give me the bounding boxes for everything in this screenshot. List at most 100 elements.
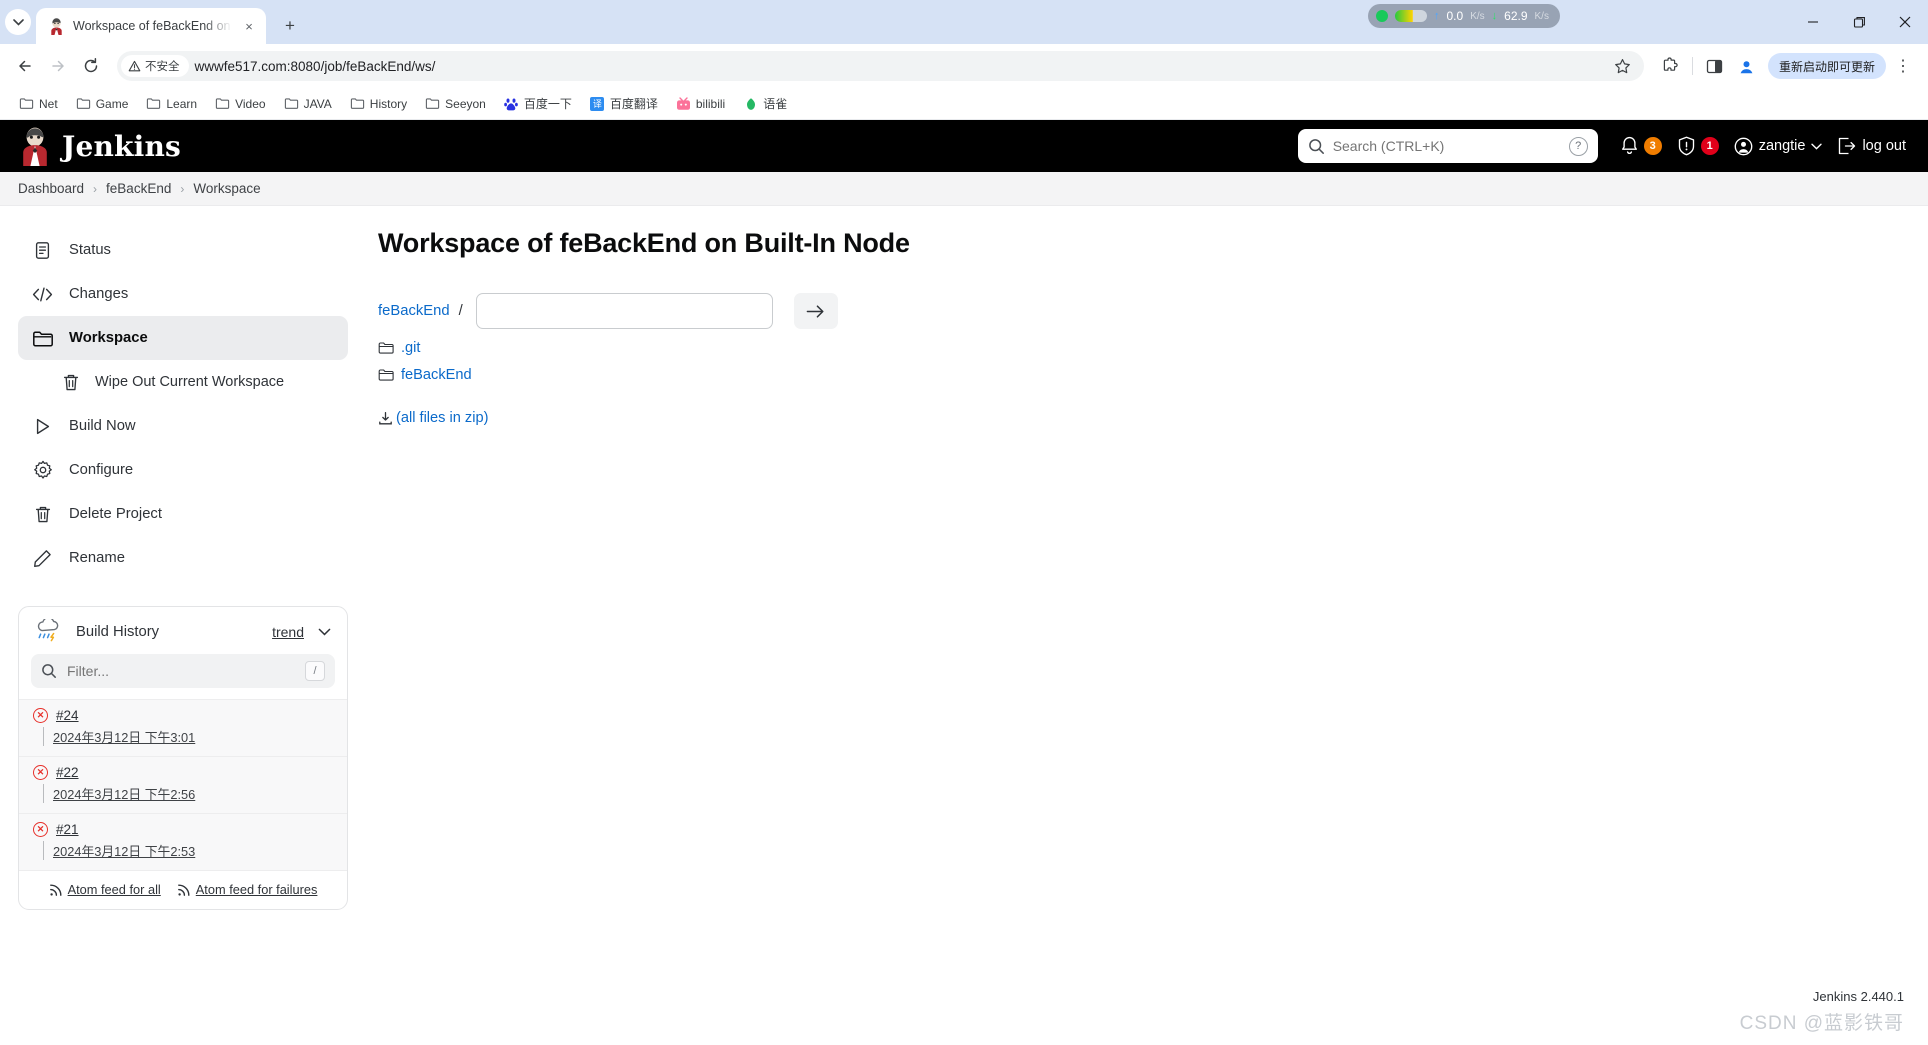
bookmark-learn[interactable]: Learn	[139, 93, 204, 114]
profile-avatar-icon[interactable]	[1732, 51, 1762, 81]
build-date-link[interactable]: 2024年3月12日 下午3:01	[43, 727, 195, 746]
build-history-row[interactable]: ✕ #22 2024年3月12日 下午2:56	[19, 756, 347, 813]
tab-list-chevron-icon[interactable]	[5, 9, 31, 35]
sidebar-item-build-now[interactable]: Build Now	[18, 404, 348, 448]
weather-storm-icon	[35, 619, 62, 644]
path-root-link[interactable]: feBackEnd	[378, 303, 450, 319]
sidebar-item-configure[interactable]: Configure	[18, 448, 348, 492]
sidebar-item-rename[interactable]: Rename	[18, 536, 348, 580]
bookmark-seeyon[interactable]: Seeyon	[418, 93, 493, 114]
bookmark-label: 百度一下	[523, 97, 572, 111]
trash-icon	[32, 504, 53, 525]
breadcrumb-separator-icon: ›	[93, 181, 98, 196]
meter-slider-icon[interactable]	[1395, 10, 1427, 22]
bookmark-video[interactable]: Video	[208, 93, 272, 114]
atom-feed-all-link[interactable]: Atom feed for all	[49, 882, 161, 897]
shield-warning-icon	[1677, 136, 1696, 156]
bookmark-yuque[interactable]: 语雀	[736, 92, 794, 115]
download-zip-row[interactable]: (all files in zip)	[378, 410, 1910, 426]
warning-triangle-icon	[128, 60, 141, 73]
search-box[interactable]: ?	[1297, 129, 1598, 163]
build-number-link[interactable]: #21	[56, 822, 79, 837]
play-triangle-icon	[32, 416, 53, 437]
build-history-row[interactable]: ✕ #24 2024年3月12日 下午3:01	[19, 699, 347, 756]
trend-link[interactable]: trend	[272, 624, 304, 640]
reload-button-icon[interactable]	[76, 51, 106, 81]
build-date-link[interactable]: 2024年3月12日 下午2:53	[43, 841, 195, 860]
page-title: Workspace of feBackEnd on Built-In Node	[378, 228, 910, 258]
sidebar-item-changes[interactable]: Changes	[18, 272, 348, 316]
logout-icon	[1837, 137, 1856, 155]
go-button[interactable]	[793, 293, 838, 329]
sidebar-item-wipe-out-current-workspace[interactable]: Wipe Out Current Workspace	[18, 360, 348, 404]
bookmark-baidu[interactable]: 百度一下	[497, 92, 579, 115]
update-restart-button[interactable]: 重新启动即可更新	[1767, 53, 1886, 79]
minimize-button[interactable]	[1790, 0, 1836, 44]
build-history-row[interactable]: ✕ #21 2024年3月12日 下午2:53	[19, 813, 347, 870]
bookmark-star-icon[interactable]	[1608, 51, 1638, 81]
main-content: Workspace of feBackEnd on Built-In Node …	[348, 228, 1910, 1045]
search-input[interactable]	[1332, 138, 1561, 154]
split-screen-icon[interactable]	[1700, 51, 1730, 81]
upload-speed-unit: K/s	[1470, 10, 1485, 22]
bookmark-bilibili[interactable]: bilibili	[669, 93, 732, 114]
feed-label: Atom feed for all	[67, 882, 161, 897]
workspace-file-row[interactable]: .git	[378, 340, 1910, 356]
close-window-button[interactable]	[1882, 0, 1928, 44]
network-speed-meter[interactable]: ↑ 0.0 K/s ↓ 62.9 K/s	[1368, 4, 1560, 28]
sidebar-item-workspace[interactable]: Workspace	[18, 316, 348, 360]
question-mark-icon[interactable]: ?	[1568, 136, 1588, 156]
security-indicator[interactable]: 不安全	[121, 55, 189, 77]
build-history-filter-wrap: /	[19, 654, 347, 699]
maximize-button[interactable]	[1836, 0, 1882, 44]
back-button-icon[interactable]	[10, 51, 40, 81]
all-files-zip-link[interactable]: (all files in zip)	[396, 410, 488, 426]
sidebar-item-delete-project[interactable]: Delete Project	[18, 492, 348, 536]
sidebar-item-status[interactable]: Status	[18, 228, 348, 272]
new-tab-button[interactable]: +	[274, 10, 306, 42]
build-number-link[interactable]: #24	[56, 708, 79, 723]
path-input[interactable]	[475, 293, 773, 329]
jenkins-header: Jenkins ? 3 1 zangtie	[0, 120, 1928, 172]
breadcrumb-item-febackend[interactable]: feBackEnd	[106, 181, 171, 196]
user-circle-icon	[1734, 137, 1753, 156]
sidebar-item-label: Status	[69, 242, 111, 258]
bookmark-net[interactable]: Net	[12, 93, 65, 114]
logout-button[interactable]: log out	[1837, 137, 1906, 155]
status-dot-icon	[1376, 10, 1388, 22]
file-link[interactable]: .git	[401, 340, 420, 356]
browser-tab[interactable]: Workspace of feBackEnd on B ×	[36, 8, 266, 44]
build-number-link[interactable]: #22	[56, 765, 79, 780]
security-alerts-button[interactable]: 1	[1677, 136, 1719, 156]
build-filter-input[interactable]	[67, 663, 295, 679]
user-menu[interactable]: zangtie	[1734, 137, 1823, 156]
browser-toolbar: 不安全 wwwfe517.com:8080/job/feBackEnd/ws/ …	[0, 44, 1928, 88]
download-icon	[378, 411, 393, 426]
close-icon[interactable]: ×	[240, 17, 258, 35]
window-controls	[1790, 0, 1928, 44]
bookmark-history[interactable]: History	[343, 93, 414, 114]
chevron-down-icon[interactable]	[318, 628, 331, 636]
bookmark-baidu-translate[interactable]: 译 百度翻译	[583, 92, 665, 115]
code-brackets-icon	[32, 284, 53, 305]
address-bar[interactable]: 不安全 wwwfe517.com:8080/job/feBackEnd/ws/	[117, 51, 1644, 81]
folder-icon	[378, 368, 394, 382]
upload-arrow-icon: ↑	[1434, 10, 1440, 22]
breadcrumb-item-dashboard[interactable]: Dashboard	[18, 181, 84, 196]
bookmark-java[interactable]: JAVA	[277, 93, 339, 114]
jenkins-logo[interactable]: Jenkins	[18, 126, 181, 166]
notifications-button[interactable]: 3	[1620, 136, 1662, 156]
sidebar-item-label: Workspace	[69, 330, 148, 346]
build-date-link[interactable]: 2024年3月12日 下午2:56	[43, 784, 195, 803]
browser-menu-icon[interactable]: ⋮	[1888, 51, 1918, 81]
bookmark-game[interactable]: Game	[69, 93, 136, 114]
page-body: Status Changes Workspace Wipe Out Curren…	[0, 206, 1928, 1045]
breadcrumb-item-workspace[interactable]: Workspace	[193, 181, 260, 196]
file-link[interactable]: feBackEnd	[401, 367, 472, 383]
workspace-file-row[interactable]: feBackEnd	[378, 367, 1910, 383]
download-speed-value: 62.9	[1504, 9, 1528, 23]
extensions-puzzle-icon[interactable]	[1655, 51, 1685, 81]
url-text[interactable]: wwwfe517.com:8080/job/feBackEnd/ws/	[195, 59, 1602, 74]
build-filter-box[interactable]: /	[31, 654, 335, 688]
atom-feed-failures-link[interactable]: Atom feed for failures	[177, 882, 317, 897]
